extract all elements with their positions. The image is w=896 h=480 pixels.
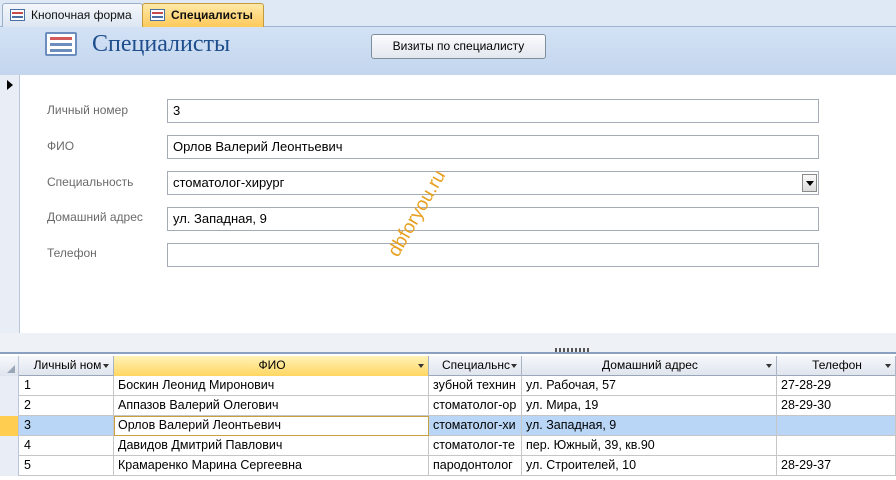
row-selector[interactable] xyxy=(0,376,19,396)
current-record-arrow-icon xyxy=(7,80,13,90)
dropdown-arrow-icon[interactable] xyxy=(766,364,772,368)
cell-phone[interactable]: 27-28-29 xyxy=(777,376,896,396)
form-icon xyxy=(150,9,165,21)
phone-field[interactable] xyxy=(167,243,819,267)
column-header-phone[interactable]: Телефон xyxy=(777,356,896,376)
specialty-value: стоматолог-хирург xyxy=(173,175,285,190)
cell-id[interactable]: 4 xyxy=(20,436,114,456)
splitter-grip-icon[interactable] xyxy=(555,348,591,352)
tab-specialists[interactable]: Специалисты xyxy=(142,3,264,27)
address-label: Домашний адрес xyxy=(47,210,143,224)
cell-phone[interactable] xyxy=(777,416,896,436)
cell-id[interactable]: 1 xyxy=(20,376,114,396)
form-header: Специалисты Визиты по специалисту xyxy=(0,27,896,75)
cell-phone[interactable]: 28-29-37 xyxy=(777,456,896,476)
tab-label: Кнопочная форма xyxy=(31,8,132,22)
tab-switchboard[interactable]: Кнопочная форма xyxy=(2,3,143,27)
record-selector[interactable] xyxy=(0,75,20,333)
cell-specialty[interactable]: стоматолог-хи xyxy=(429,416,522,436)
cell-name[interactable]: Боскин Леонид Миронович xyxy=(114,376,429,396)
row-selector[interactable] xyxy=(0,396,19,416)
cell-specialty[interactable]: пародонтолог xyxy=(429,456,522,476)
row-selector[interactable] xyxy=(0,416,19,436)
cell-address[interactable]: ул. Мира, 19 xyxy=(522,396,777,416)
specialty-combo[interactable]: стоматолог-хирург xyxy=(167,171,819,195)
cell-name[interactable]: Крамаренко Марина Сергеевна xyxy=(114,456,429,476)
cell-phone[interactable]: 28-29-30 xyxy=(777,396,896,416)
cell-phone[interactable] xyxy=(777,436,896,456)
cell-name[interactable]: Орлов Валерий Леонтьевич xyxy=(114,416,429,436)
form-detail: Личный номер 3 ФИО Орлов Валерий Леонтье… xyxy=(0,75,896,333)
address-field[interactable]: ул. Западная, 9 xyxy=(167,207,819,231)
cell-specialty[interactable]: стоматолог-ор xyxy=(429,396,522,416)
name-field[interactable]: Орлов Валерий Леонтьевич xyxy=(167,135,819,159)
datasheet: Личный ном ФИО Специальнс Домашний адрес… xyxy=(0,356,896,480)
cell-specialty[interactable]: стоматолог-те xyxy=(429,436,522,456)
form-icon xyxy=(10,9,25,21)
cell-name[interactable]: Аппазов Валерий Олегович xyxy=(114,396,429,416)
cell-id[interactable]: 5 xyxy=(20,456,114,476)
table-row[interactable]: 4 Давидов Дмитрий Павлович стоматолог-те… xyxy=(0,436,896,456)
document-tabs: Кнопочная форма Специалисты xyxy=(0,0,896,27)
page-title: Специалисты xyxy=(92,31,231,57)
table-row[interactable]: 1 Боскин Леонид Миронович зубной технин … xyxy=(0,376,896,396)
dropdown-arrow-icon[interactable] xyxy=(511,364,517,368)
column-header-address[interactable]: Домашний адрес xyxy=(522,356,777,376)
header-row: Личный ном ФИО Специальнс Домашний адрес… xyxy=(0,356,896,376)
row-selector[interactable] xyxy=(0,456,19,476)
visits-by-specialist-button[interactable]: Визиты по специалисту xyxy=(371,34,546,59)
table-row-selected[interactable]: 3 Орлов Валерий Леонтьевич стоматолог-хи… xyxy=(0,416,896,436)
dropdown-arrow-icon[interactable] xyxy=(885,364,891,368)
dropdown-arrow-icon[interactable] xyxy=(418,364,424,368)
cell-name[interactable]: Давидов Дмитрий Павлович xyxy=(114,436,429,456)
cell-specialty[interactable]: зубной технин xyxy=(429,376,522,396)
cell-address[interactable]: пер. Южный, 39, кв.90 xyxy=(522,436,777,456)
cell-id[interactable]: 3 xyxy=(20,416,114,436)
chevron-down-icon[interactable] xyxy=(802,174,817,192)
cell-address[interactable]: ул. Строителей, 10 xyxy=(522,456,777,476)
column-header-name[interactable]: ФИО xyxy=(114,356,429,376)
select-all-corner[interactable] xyxy=(0,356,19,376)
cell-address[interactable]: ул. Рабочая, 57 xyxy=(522,376,777,396)
tab-label: Специалисты xyxy=(171,8,253,22)
id-label: Личный номер xyxy=(47,103,129,117)
split-bar[interactable] xyxy=(0,333,896,354)
dropdown-arrow-icon[interactable] xyxy=(103,364,109,368)
id-field[interactable]: 3 xyxy=(167,99,819,123)
form-logo-icon xyxy=(45,32,77,56)
table-row[interactable]: 5 Крамаренко Марина Сергеевна пародонтол… xyxy=(0,456,896,476)
column-header-id[interactable]: Личный ном xyxy=(20,356,114,376)
name-label: ФИО xyxy=(47,139,75,153)
table-row[interactable]: 2 Аппазов Валерий Олегович стоматолог-ор… xyxy=(0,396,896,416)
cell-id[interactable]: 2 xyxy=(20,396,114,416)
cell-address[interactable]: ул. Западная, 9 xyxy=(522,416,777,436)
row-selector[interactable] xyxy=(0,436,19,456)
column-header-specialty[interactable]: Специальнс xyxy=(429,356,522,376)
phone-label: Телефон xyxy=(47,246,97,260)
specialty-label: Специальность xyxy=(47,175,134,189)
